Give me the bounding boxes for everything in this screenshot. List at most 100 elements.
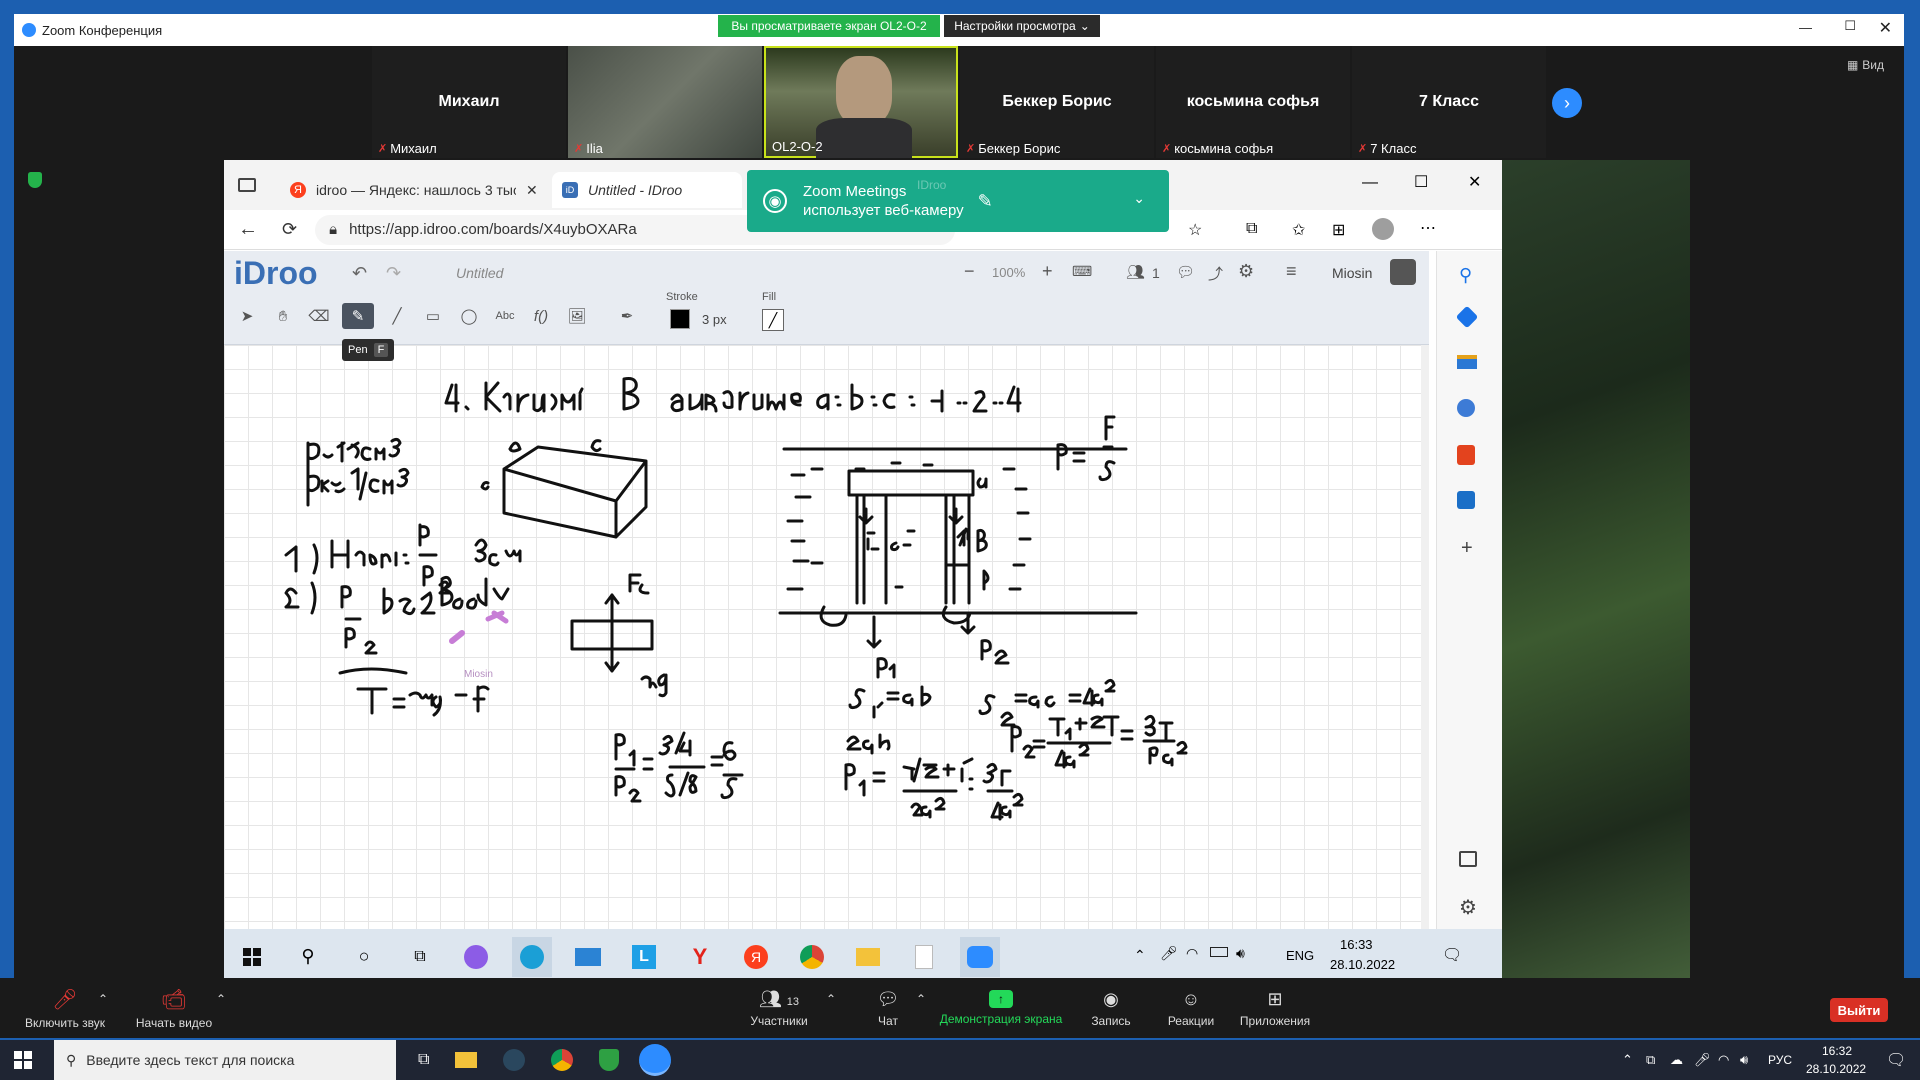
zoom-app-icon[interactable] (960, 936, 1000, 977)
tools-icon[interactable] (1457, 355, 1477, 369)
leave-button[interactable]: Выйти (1830, 998, 1888, 1022)
minimize-icon[interactable]: — (1362, 174, 1378, 192)
text-tool-icon[interactable]: Abc (492, 303, 518, 329)
participant-tile[interactable]: Беккер Борис ✗ Беккер Борис (960, 46, 1154, 158)
stroke-width[interactable]: 3 px (702, 312, 727, 327)
stroke-color-swatch[interactable] (670, 309, 690, 329)
share-screen-button[interactable]: ↑ Демонстрация экрана (936, 978, 1066, 1038)
users-icon[interactable]: 👥︎ (1126, 263, 1145, 281)
shield-icon[interactable] (599, 1049, 620, 1071)
chevron-up-icon[interactable]: ⌃ (826, 992, 836, 1006)
search-icon[interactable]: ⚲ (1459, 265, 1472, 286)
keyboard-icon[interactable]: ⌨ (1072, 263, 1092, 280)
favorites-icon[interactable]: ✩ (1292, 220, 1305, 240)
chat-icon[interactable]: 💬︎ (1176, 263, 1195, 281)
participant-tile[interactable]: 7 Класс ✗ 7 Класс (1352, 46, 1546, 158)
add-icon[interactable]: + (1461, 537, 1473, 560)
formula-tool-icon[interactable]: f() (528, 303, 554, 329)
yandex-browser-icon[interactable]: Y (680, 937, 720, 977)
battery-icon[interactable] (1210, 947, 1228, 957)
mail-icon[interactable] (568, 937, 608, 977)
board-title[interactable]: Untitled (456, 265, 503, 281)
close-icon[interactable]: ✕ (1879, 18, 1892, 38)
participant-tile[interactable]: косьмина софья ✗ косьмина софья (1156, 46, 1350, 158)
settings-icon[interactable]: ⚙ (1459, 895, 1477, 920)
lang-indicator[interactable]: ENG (1286, 948, 1314, 963)
taskbar-search-box[interactable]: ⚲ Введите здесь текст для поиска (54, 1040, 396, 1080)
unmute-button[interactable]: 🎤︎ Включить звук (20, 978, 110, 1038)
folder-icon[interactable] (848, 937, 888, 977)
fill-none-swatch[interactable]: ╱ (762, 309, 784, 331)
eyedropper-icon[interactable]: ✒ (614, 303, 640, 329)
start-video-button[interactable]: 📹︎ Начать видео (132, 978, 216, 1038)
wifi-icon[interactable]: ◠ (1718, 1052, 1729, 1068)
games-icon[interactable] (1457, 399, 1475, 417)
cortana-icon[interactable]: ○ (344, 937, 384, 977)
edge-icon[interactable] (512, 936, 552, 977)
username[interactable]: Miosin (1332, 265, 1372, 281)
image-tool-icon[interactable]: 🖼︎ (564, 303, 590, 329)
collections-icon[interactable]: ⊞ (1332, 220, 1345, 240)
chrome-icon[interactable] (551, 1049, 574, 1071)
tray-chevron-icon[interactable]: ⌃ (1622, 1052, 1633, 1068)
next-page-button[interactable]: › (1552, 88, 1582, 118)
tab-actions-icon[interactable] (238, 178, 256, 192)
app-l-icon[interactable]: L (624, 937, 664, 977)
outlook-icon[interactable] (1457, 491, 1475, 509)
participant-tile-active[interactable]: OL2-O-2 (764, 46, 958, 158)
participant-tile[interactable]: Михаил ✗ Михаил (372, 46, 566, 158)
menu-icon[interactable]: ≡ (1286, 261, 1297, 282)
minimize-icon[interactable]: — (1799, 20, 1812, 35)
reactions-button[interactable]: ☺ Реакции (1160, 978, 1222, 1038)
ellipse-tool-icon[interactable]: ◯ (456, 303, 482, 329)
tab-idroo[interactable]: iD Untitled - IDroo (552, 172, 742, 208)
select-tool-icon[interactable]: ➤ (234, 303, 260, 329)
refresh-icon[interactable]: ⟳ (282, 219, 297, 240)
close-icon[interactable]: ✕ (526, 182, 538, 199)
share-icon[interactable]: ⤴ (1208, 263, 1223, 284)
task-view-icon[interactable]: ⧉ (418, 1051, 429, 1069)
redo-icon[interactable]: ↷ (386, 263, 401, 284)
microphone-icon[interactable]: 🎤︎ (1160, 945, 1178, 962)
notifications-icon[interactable]: 🗨︎ (1886, 1050, 1906, 1070)
office-icon[interactable] (1457, 445, 1475, 465)
shopping-icon[interactable] (1455, 305, 1479, 329)
volume-icon[interactable]: 🔊︎ (1740, 1052, 1748, 1068)
close-icon[interactable]: ✕ (1468, 172, 1481, 192)
folder-icon[interactable] (455, 1052, 478, 1068)
maximize-icon[interactable]: ☐ (1844, 18, 1856, 34)
pen-tool-icon[interactable]: ✎ (342, 303, 374, 329)
favorites-add-icon[interactable]: ☆ (1188, 220, 1202, 240)
zoom-app-icon[interactable] (639, 1044, 672, 1076)
view-button[interactable]: ▦ Вид (1847, 58, 1884, 72)
board-scrollbar[interactable] (1421, 345, 1429, 929)
zoom-in-icon[interactable]: + (1042, 261, 1053, 282)
participant-tile[interactable]: ✗ Ilia (568, 46, 762, 158)
search-icon[interactable]: ⚲ (288, 937, 328, 977)
participants-button[interactable]: 👥︎ 13 Участники (742, 978, 816, 1038)
rectangle-tool-icon[interactable]: ▭ (420, 303, 446, 329)
chevron-down-icon[interactable]: ⌄ (1133, 190, 1145, 207)
yandex-icon[interactable]: Я (736, 937, 776, 977)
webcam-notification[interactable]: ◉ Zoom Meetings использует веб-камеру ✎ … (747, 170, 1169, 232)
wifi-icon[interactable]: ◠ (1186, 945, 1198, 962)
eraser-tool-icon[interactable]: ⌫ (306, 303, 332, 329)
meet-now-icon[interactable]: ⧉ (1646, 1052, 1655, 1068)
settings-icon[interactable]: ⚙ (1238, 261, 1254, 282)
chat-button[interactable]: 💬︎ Чат (860, 978, 916, 1038)
hand-tool-icon[interactable]: ✋︎ (270, 303, 296, 329)
sidebar-toggle-icon[interactable] (1459, 851, 1477, 867)
file-icon[interactable] (904, 937, 944, 977)
profile-avatar[interactable] (1372, 218, 1394, 240)
windows-start-icon[interactable] (14, 1051, 32, 1069)
lang-indicator[interactable]: РУС (1768, 1053, 1792, 1067)
chevron-up-icon[interactable]: ⌃ (916, 992, 926, 1006)
zoom-out-icon[interactable]: − (964, 261, 975, 282)
record-button[interactable]: ◉ Запись (1080, 978, 1142, 1038)
chevron-up-icon[interactable]: ⌃ (216, 992, 226, 1006)
maximize-icon[interactable]: ☐ (1414, 172, 1428, 192)
undo-icon[interactable]: ↶ (352, 263, 367, 284)
view-options-button[interactable]: Настройки просмотра ⌄ (944, 15, 1100, 37)
chrome-icon[interactable] (792, 937, 832, 977)
chevron-up-icon[interactable]: ⌃ (98, 992, 108, 1006)
